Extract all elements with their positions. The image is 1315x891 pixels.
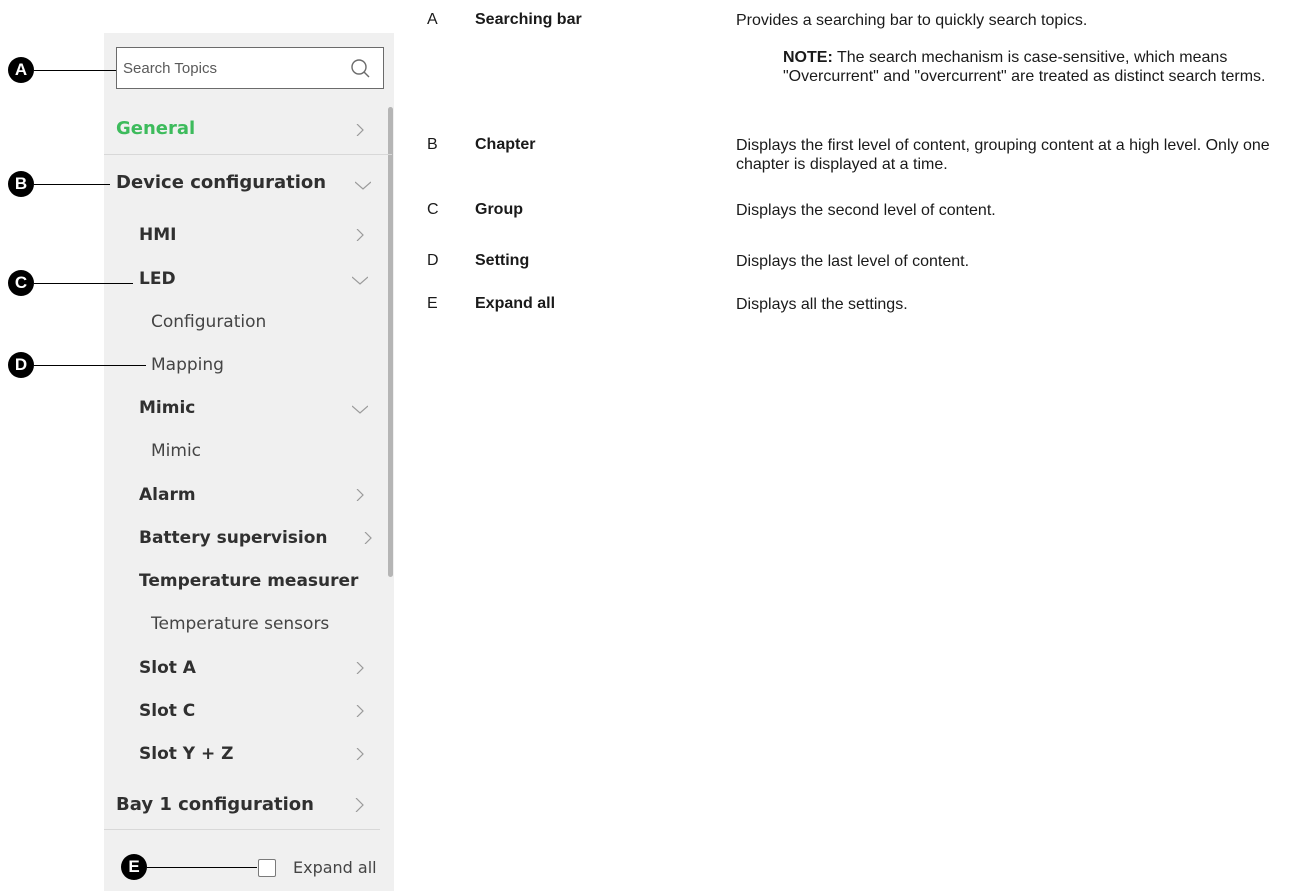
leader-line bbox=[34, 283, 133, 284]
nav-setting-configuration[interactable]: Configuration bbox=[151, 312, 266, 332]
nav-label: Device configuration bbox=[116, 172, 327, 193]
leader-line bbox=[34, 365, 146, 366]
legend-letter: C bbox=[427, 201, 439, 218]
legend-term: Group bbox=[475, 201, 523, 218]
legend-term: Searching bar bbox=[475, 11, 582, 28]
chevron-right-icon bbox=[354, 124, 366, 136]
chevron-right-icon bbox=[354, 705, 366, 717]
nav-label: General bbox=[116, 118, 196, 139]
nav-label: Temperature measurer bbox=[139, 571, 359, 591]
legend-description: Provides a searching bar to quickly sear… bbox=[736, 12, 1088, 29]
nav-setting-mapping[interactable]: Mapping bbox=[151, 355, 224, 375]
nav-label: Temperature sensors bbox=[151, 614, 330, 634]
nav-group-mimic[interactable]: Mimic bbox=[139, 398, 195, 418]
chevron-right-icon bbox=[353, 798, 365, 812]
legend-letter: D bbox=[427, 252, 439, 269]
callout-a: A bbox=[8, 57, 34, 83]
leader-line bbox=[34, 184, 110, 185]
legend-term: Chapter bbox=[475, 136, 536, 153]
nav-setting-mimic[interactable]: Mimic bbox=[151, 441, 201, 461]
legend-description: Displays the second level of content. bbox=[736, 202, 996, 219]
nav-label: Slot A bbox=[139, 658, 196, 678]
callout-c: C bbox=[8, 270, 34, 296]
nav-label: Battery supervision bbox=[139, 528, 328, 548]
divider bbox=[104, 154, 392, 155]
chevron-right-icon bbox=[354, 489, 366, 501]
nav-group-battery-supervision[interactable]: Battery supervision bbox=[139, 528, 328, 548]
nav-label: Mimic bbox=[139, 398, 196, 418]
chevron-right-icon bbox=[354, 748, 366, 760]
nav-label: Mimic bbox=[151, 441, 202, 461]
chevron-right-icon bbox=[354, 229, 366, 241]
nav-label: HMI bbox=[139, 225, 177, 245]
leader-line bbox=[34, 70, 116, 71]
note-label: NOTE: bbox=[783, 49, 833, 66]
legend-letter: B bbox=[427, 136, 438, 153]
nav-label: Mapping bbox=[151, 355, 224, 375]
nav-label: Alarm bbox=[139, 485, 196, 505]
legend-term: Expand all bbox=[475, 295, 556, 312]
callout-b: B bbox=[8, 171, 34, 197]
legend-note: NOTE: The search mechanism is case-sensi… bbox=[783, 48, 1308, 86]
callout-d: D bbox=[8, 352, 34, 378]
legend-description: Displays the last level of content. bbox=[736, 253, 970, 270]
nav-label: Configuration bbox=[151, 312, 267, 332]
search-placeholder: Search Topics bbox=[123, 60, 217, 77]
leader-line bbox=[147, 867, 257, 868]
legend-term: Setting bbox=[475, 252, 530, 269]
nav-group-slot-a[interactable]: Slot A bbox=[139, 658, 196, 678]
chevron-down-icon bbox=[352, 404, 368, 416]
nav-label: LED bbox=[139, 269, 176, 289]
nav-group-slot-yz[interactable]: Slot Y + Z bbox=[139, 744, 234, 764]
search-input[interactable]: Search Topics bbox=[116, 47, 384, 89]
nav-group-hmi[interactable]: HMI bbox=[139, 225, 176, 245]
chevron-right-icon bbox=[362, 532, 374, 544]
legend-letter: E bbox=[427, 295, 438, 312]
legend-description: Displays all the settings. bbox=[736, 296, 908, 313]
nav-group-led[interactable]: LED bbox=[139, 269, 176, 289]
nav-chapter-general[interactable]: General bbox=[116, 118, 195, 139]
nav-label: Bay 1 configuration bbox=[116, 794, 314, 815]
scrollbar[interactable] bbox=[388, 107, 393, 577]
expand-all-checkbox[interactable] bbox=[258, 859, 276, 877]
legend-letter: A bbox=[427, 11, 438, 28]
chevron-right-icon bbox=[354, 662, 366, 674]
chevron-down-icon bbox=[352, 275, 368, 287]
nav-chapter-bay-1-configuration[interactable]: Bay 1 configuration bbox=[116, 794, 314, 815]
nav-group-alarm[interactable]: Alarm bbox=[139, 485, 196, 505]
nav-group-slot-c[interactable]: Slot C bbox=[139, 701, 195, 721]
expand-all-label[interactable]: Expand all bbox=[293, 858, 377, 877]
nav-label: Slot C bbox=[139, 701, 196, 721]
divider bbox=[104, 829, 380, 830]
nav-setting-temperature-sensors[interactable]: Temperature sensors bbox=[151, 614, 329, 634]
nav-chapter-device-configuration[interactable]: Device configuration bbox=[116, 172, 326, 193]
note-text: The search mechanism is case-sensitive, … bbox=[783, 49, 1266, 85]
legend-description: Displays the first level of content, gro… bbox=[736, 137, 1270, 173]
search-icon[interactable] bbox=[349, 57, 371, 79]
callout-e: E bbox=[121, 854, 147, 880]
nav-label: Slot Y + Z bbox=[139, 744, 234, 764]
nav-group-temperature-measurement[interactable]: Temperature measurer bbox=[139, 571, 383, 591]
chevron-down-icon bbox=[355, 180, 371, 192]
